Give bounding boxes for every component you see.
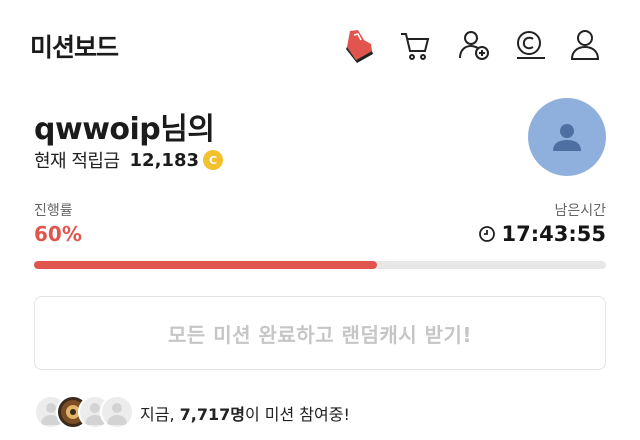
avatar[interactable] [528,98,606,176]
app-title: 미션보드 [30,33,119,62]
clock-icon [478,225,496,243]
points-value: 12,183 [129,149,199,171]
user-name: qwwoip님의 [34,112,215,147]
my-page-button[interactable] [566,26,604,64]
profile-icon [570,30,600,60]
cash-button[interactable] [511,26,549,64]
participants-suffix: 이 미션 참여중! [244,405,350,424]
progress-label: 진행률 [34,203,73,219]
coin-badge-icon: C [203,150,223,170]
participants-prefix: 지금, [140,405,180,424]
progress-value: 60% [34,222,82,246]
invite-friend-button[interactable] [455,26,493,64]
remaining-time-label: 남은시간 [554,203,606,219]
participants-count: 7,717명 [179,405,245,424]
app-header: 미션보드 [0,0,640,92]
points-row: 현재 적립금 12,183 C [34,147,223,173]
remaining-time: 17:43:55 [478,222,606,246]
cart-icon [401,33,430,60]
progress-bar [34,261,606,269]
coin-icon [517,31,545,59]
user-silhouette-icon [553,124,581,151]
mission-shoe-button[interactable] [340,26,378,64]
participants-text: 지금, 7,717명이 미션 참여중! [140,401,350,425]
points-label: 현재 적립금 [34,151,120,172]
remaining-time-value: 17:43:55 [501,222,606,246]
participant-avatar [100,395,134,429]
cart-button[interactable] [396,26,434,64]
add-user-icon [459,31,489,60]
participant-avatars [34,395,134,431]
participants-info: 지금, 7,717명이 미션 참여중! [34,393,350,433]
random-cash-reward-button[interactable]: 모든 미션 완료하고 랜덤캐시 받기! [34,296,606,370]
progress-bar-fill [34,261,378,269]
shoe-icon [346,30,373,63]
